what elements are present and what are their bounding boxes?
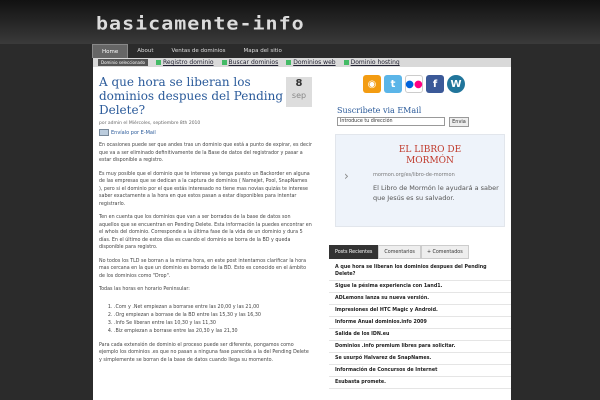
nav-home[interactable]: Home bbox=[92, 44, 129, 58]
recent-post-item[interactable]: ADLemons lanza su nueva versión. bbox=[329, 293, 511, 305]
subscribe-title: Suscribete via EMail bbox=[337, 106, 422, 115]
recent-posts-list: A que hora se liberan los dominios despu… bbox=[329, 262, 511, 389]
sidebar: ◉ t ● ● f W Suscribete via EMail Introduc… bbox=[329, 67, 511, 400]
post-paragraph: No todos los TLD se borran a la misma ho… bbox=[99, 258, 307, 279]
recent-post-item[interactable]: Sigue la pésima experiencia con 1and1. bbox=[329, 281, 511, 293]
recent-post-item[interactable]: Salida de los IDN.eu bbox=[329, 329, 511, 341]
twitter-icon[interactable]: t bbox=[384, 75, 402, 93]
nav-about[interactable]: About bbox=[128, 44, 162, 58]
social-icons: ◉ t ● ● f W bbox=[363, 75, 465, 93]
post-paragraph: Todas las horas en horario Peninsular: bbox=[99, 287, 190, 292]
post-date-day: 8 bbox=[295, 78, 303, 89]
tab-posts-recientes[interactable]: Posts Recientes bbox=[329, 245, 379, 259]
post-paragraph: Es muy posible que el dominio que te int… bbox=[99, 171, 310, 207]
post-paragraph: En ocasiones puede ser que andes tras un… bbox=[99, 143, 312, 163]
ad-banner[interactable]: › EL LIBRO DE MORMÓN mormon.org/es/libro… bbox=[335, 134, 505, 227]
nav-mapa[interactable]: Mapa del sitio bbox=[234, 44, 290, 58]
ad-url: mormon.org/es/libro-de-mormon bbox=[373, 172, 455, 178]
list-item: .Com y .Net empiezan a borrarse entre la… bbox=[114, 304, 312, 312]
tab-mas-comentados[interactable]: + Comentados bbox=[420, 245, 469, 259]
ad-title: EL LIBRO DE MORMÓN bbox=[398, 145, 462, 166]
drop-times-list: .Com y .Net empiezan a borrarse entre la… bbox=[114, 304, 312, 336]
post-content: En ocasiones puede ser que andes tras un… bbox=[99, 142, 312, 364]
chevron-right-icon: › bbox=[344, 169, 349, 183]
recent-post-item[interactable]: Información de Concursos de Internet bbox=[329, 365, 511, 377]
sponsored-links-bar: Dominio seleccionado Registro dominio Bu… bbox=[93, 58, 511, 67]
subnav-link-buscar[interactable]: Buscar dominios bbox=[222, 59, 279, 66]
post-meta: por admin el Miércoles, septiembre 8th 2… bbox=[99, 121, 201, 126]
sidebar-tabs: Posts Recientes Comentarios + Comentados bbox=[329, 245, 469, 259]
site-header: basicamente-info bbox=[0, 0, 600, 44]
rss-icon[interactable]: ◉ bbox=[363, 75, 381, 93]
recent-post-item[interactable]: Esubasta promete. bbox=[329, 377, 511, 389]
right-dark-margin bbox=[511, 58, 600, 400]
site-logo[interactable]: basicamente-info bbox=[96, 12, 305, 34]
recent-post-item[interactable]: Informe Anual dominios.info 2009 bbox=[329, 317, 511, 329]
subscribe-email-input[interactable]: Introduce tu dirección bbox=[337, 117, 445, 126]
subnav-link-registro[interactable]: Registro dominio bbox=[156, 59, 214, 66]
list-item: .Biz empiezan a borrase entre las 20,30 … bbox=[114, 328, 312, 336]
subnav-tag: Dominio seleccionado bbox=[98, 59, 148, 66]
post-title[interactable]: A que hora se liberan los dominios despu… bbox=[99, 75, 285, 117]
subnav-link-web[interactable]: Dominios web bbox=[286, 59, 335, 66]
post-date-month: sep bbox=[291, 91, 307, 100]
post-paragraph: Ten en cuenta que los dominios que van a… bbox=[99, 215, 312, 250]
email-post-link[interactable]: Envíalo por E-Mail bbox=[99, 129, 312, 136]
post-article: A que hora se liberan los dominios despu… bbox=[93, 67, 319, 400]
ad-text: El Libro de Mormón le ayudará a saber qu… bbox=[373, 184, 499, 202]
recent-post-item[interactable]: Dominios .info premium libres para solic… bbox=[329, 341, 511, 353]
main-nav: Home About Ventas de dominios Mapa del s… bbox=[92, 44, 291, 58]
post-paragraph: Para cada extensión de dominio el proces… bbox=[99, 342, 309, 363]
list-item: .Org empiezan a borrase de la BD entre l… bbox=[114, 312, 312, 320]
post-date-badge: 8 sep bbox=[286, 77, 312, 107]
recent-post-item[interactable]: Se usurpó Halvarez de SnapNames. bbox=[329, 353, 511, 365]
list-item: .Info Se liberan entre las 10,30 y las 1… bbox=[114, 320, 312, 328]
recent-post-item[interactable]: A que hora se liberan los dominios despu… bbox=[329, 262, 511, 281]
email-post-label: Envíalo por E-Mail bbox=[111, 129, 156, 136]
subscribe-button[interactable]: Envia bbox=[449, 117, 469, 127]
facebook-icon[interactable]: f bbox=[426, 75, 444, 93]
wordpress-icon[interactable]: W bbox=[447, 75, 465, 93]
subnav-link-hosting[interactable]: Dominio hosting bbox=[344, 59, 400, 66]
tab-comentarios[interactable]: Comentarios bbox=[378, 245, 421, 259]
recent-post-item[interactable]: Impresiones del HTC Magic y Android. bbox=[329, 305, 511, 317]
flickr-icon[interactable]: ● ● bbox=[405, 75, 423, 93]
page-body: A que hora se liberan los dominios despu… bbox=[93, 67, 511, 400]
nav-ventas[interactable]: Ventas de dominios bbox=[163, 44, 235, 58]
